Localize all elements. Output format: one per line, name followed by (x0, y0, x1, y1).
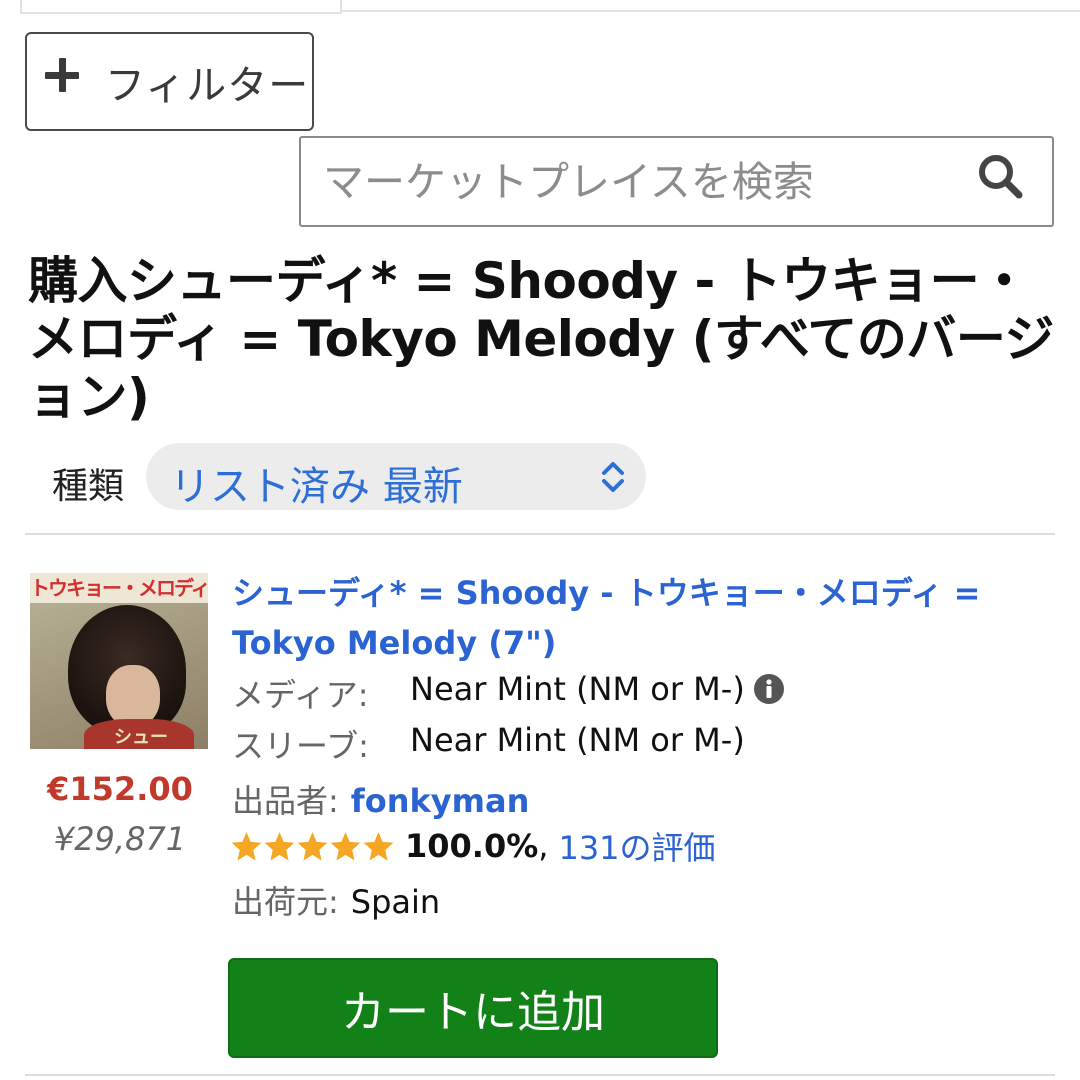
media-label: メディア: (232, 676, 369, 714)
price-eur: €152.00 (47, 770, 193, 808)
cover-sticker-text: シュー (114, 727, 168, 748)
rating-percent: 100.0% (405, 827, 539, 865)
sort-select[interactable]: リスト済み 最新 (146, 443, 646, 510)
media-value: Near Mint (NM or M-) (410, 670, 745, 708)
seller-row: 出品者: fonkyman (232, 776, 529, 822)
cover-face (106, 665, 160, 727)
seller-label: 出品者: (232, 782, 339, 820)
media-condition-row: メディア: Near Mint (NM or M-) (232, 670, 745, 716)
search-input[interactable] (321, 150, 955, 214)
sort-label: 種類 (52, 466, 125, 507)
seller-name-link[interactable]: fonkyman (351, 782, 530, 820)
plus-icon (45, 57, 79, 92)
reviews-link[interactable]: 131の評価 (558, 823, 715, 869)
star-icon (363, 831, 394, 861)
price-jpy: ¥29,871 (53, 820, 187, 858)
sort-select-value: リスト済み 最新 (170, 464, 463, 510)
rating-comma: , (538, 827, 549, 865)
ships-from-label: 出荷元: (232, 883, 339, 921)
info-icon[interactable] (753, 673, 785, 705)
tab-border (340, 10, 1080, 12)
sleeve-value: Near Mint (NM or M-) (410, 721, 745, 759)
seller-rating-row: 100.0%, 131の評価 (230, 823, 716, 869)
sleeve-label: スリーブ: (232, 727, 369, 765)
divider (25, 1074, 1055, 1076)
filter-button[interactable]: フィルター (25, 32, 314, 131)
ships-from-value: Spain (350, 883, 441, 921)
sleeve-condition-row: スリーブ: Near Mint (NM or M-) (232, 721, 745, 767)
record-cover-image[interactable]: トウキョー・メロディー シュー (30, 573, 208, 749)
star-icon (330, 831, 361, 861)
rating-stars (230, 830, 395, 863)
ships-from-row: 出荷元: Spain (232, 877, 440, 923)
star-icon (297, 831, 328, 861)
tab-active[interactable] (20, 0, 342, 14)
search-box[interactable] (299, 136, 1054, 227)
star-icon (231, 831, 262, 861)
cover-title-text: トウキョー・メロディー (30, 573, 208, 603)
add-to-cart-button[interactable]: カートに追加 (228, 958, 718, 1058)
page-title: 購入シューディ* = Shoody - トウキョー・メロディ = Tokyo M… (28, 252, 1054, 426)
search-icon[interactable] (976, 152, 1024, 200)
divider (25, 533, 1055, 535)
star-icon (264, 831, 295, 861)
chevron-updown-icon (602, 462, 624, 492)
filter-button-label: フィルター (105, 62, 310, 109)
top-tabs (0, 0, 1080, 14)
item-title-link[interactable]: シューディ* = Shoody - トウキョー・メロディ = Tokyo Mel… (232, 568, 1032, 668)
